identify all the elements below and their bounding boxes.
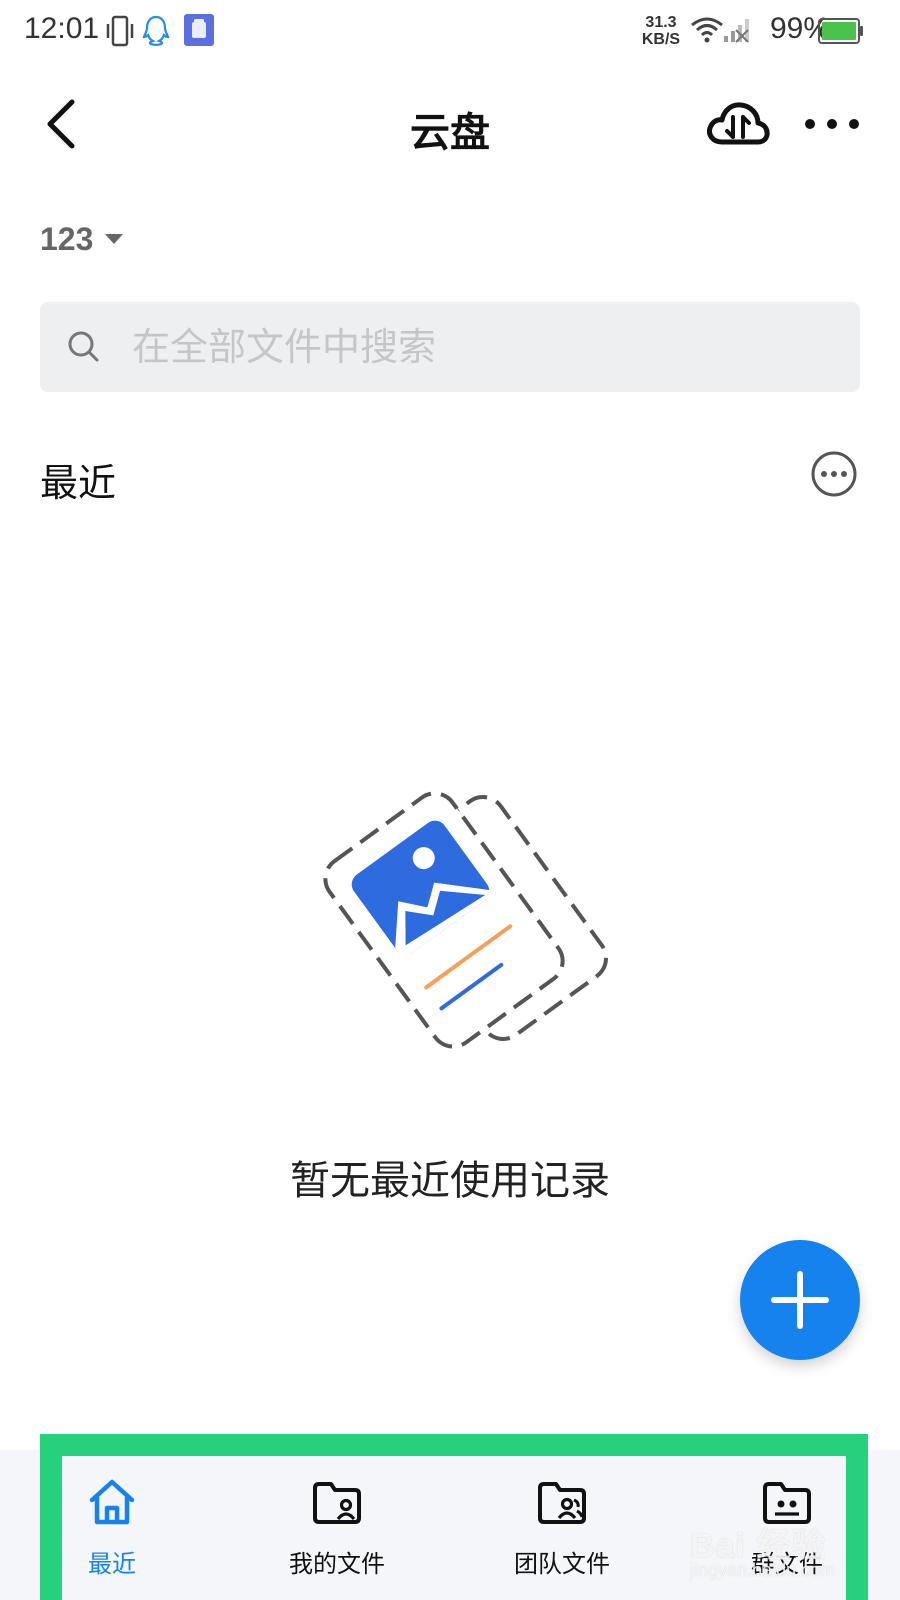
account-name: 123 xyxy=(40,220,94,257)
more-icon xyxy=(805,119,859,129)
tab-label: 团队文件 xyxy=(514,1550,610,1578)
tab-label: 我的文件 xyxy=(289,1550,385,1578)
search-bar[interactable] xyxy=(40,302,860,392)
tab-recent[interactable]: 最近 xyxy=(32,1476,192,1586)
nav-bar: 云盘 xyxy=(0,78,900,170)
search-input[interactable] xyxy=(132,302,832,392)
caret-down-icon xyxy=(105,234,124,244)
qq-icon xyxy=(142,14,170,52)
empty-state-message: 暂无最近使用记录 xyxy=(290,1158,610,1204)
cloud-transfer-icon xyxy=(707,102,770,145)
recent-more-button[interactable] xyxy=(810,450,858,498)
recent-section-title: 最近 xyxy=(40,461,117,505)
more-button[interactable] xyxy=(800,100,864,148)
search-icon xyxy=(68,331,99,362)
add-fab-button[interactable] xyxy=(740,1240,860,1360)
tab-team-files[interactable]: 团队文件 xyxy=(482,1476,642,1586)
home-icon xyxy=(89,1479,135,1525)
tab-my-files[interactable]: 我的文件 xyxy=(257,1476,417,1586)
status-bar: 12:01 31.3 KB/S 99% xyxy=(0,0,900,66)
network-speed-unit: KB/S xyxy=(641,31,681,48)
battery-icon xyxy=(818,18,864,48)
app-notification-icon xyxy=(184,14,214,50)
empty-files-illustration xyxy=(300,780,610,1050)
folder-user-icon xyxy=(313,1482,361,1524)
account-selector[interactable]: 123 xyxy=(40,214,133,264)
status-time: 12:01 xyxy=(24,12,100,45)
more-circle-icon xyxy=(811,451,857,497)
folder-team-icon xyxy=(538,1482,586,1524)
baidu-watermark-url: jingyan.baidu.com xyxy=(690,1560,836,1580)
vibrate-icon xyxy=(106,14,134,52)
cellular-signal-icon xyxy=(722,16,750,48)
cloud-transfer-button[interactable] xyxy=(706,92,770,156)
tab-label: 最近 xyxy=(88,1550,136,1578)
network-speed-value: 31.3 xyxy=(645,14,677,31)
wifi-icon xyxy=(690,16,724,48)
plus-icon xyxy=(771,1271,829,1329)
network-speed: 31.3 KB/S xyxy=(636,14,686,48)
